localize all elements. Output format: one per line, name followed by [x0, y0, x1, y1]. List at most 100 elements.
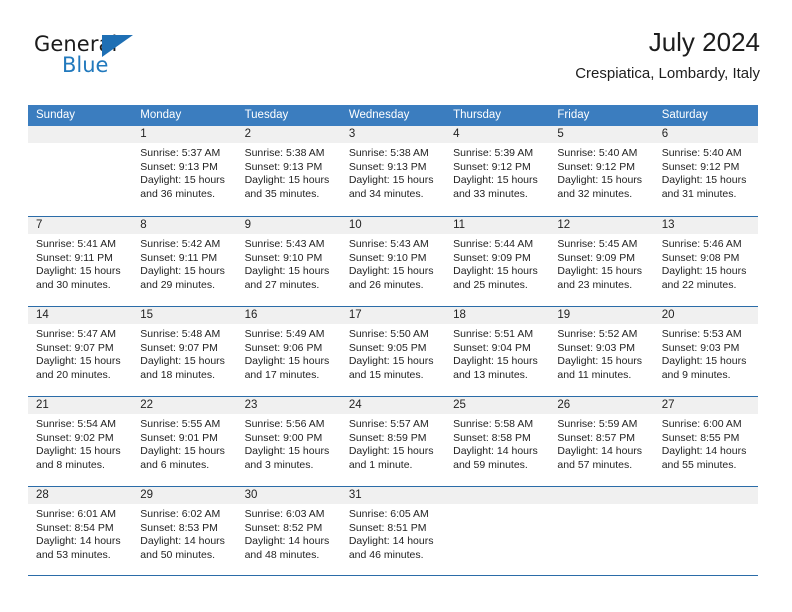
- day-number: 22: [132, 397, 237, 414]
- daylight-text-line2: and 13 minutes.: [453, 368, 528, 381]
- calendar-day-cell[interactable]: 30 Sunrise: 6:03 AM Sunset: 8:52 PM Dayligh…: [236, 487, 341, 575]
- day-number: 3: [340, 126, 446, 143]
- day-of-week-wednesday: Wednesday: [348, 109, 410, 121]
- calendar-week-row: 14 Sunrise: 5:47 AM Sunset: 9:07 PM Dayligh…: [28, 306, 758, 396]
- daylight-text-line1: Daylight: 15 hours: [36, 445, 121, 458]
- calendar-day-cell[interactable]: 8 Sunrise: 5:42 AM Sunset: 9:11 PM Daylight…: [132, 217, 237, 306]
- day-details: Sunrise: 5:38 AM Sunset: 9:13 PM Daylight:…: [237, 143, 341, 201]
- daylight-text-line1: Daylight: 15 hours: [453, 355, 538, 368]
- day-number: 15: [132, 307, 237, 324]
- calendar-day-cell[interactable]: 15 Sunrise: 5:48 AM Sunset: 9:07 PM Dayligh…: [132, 307, 237, 396]
- day-number: [28, 126, 133, 143]
- sunset-text: Sunset: 9:01 PM: [140, 431, 218, 444]
- calendar-day-cell[interactable]: 10 Sunrise: 5:43 AM Sunset: 9:10 PM Dayligh…: [340, 217, 446, 306]
- day-details: Sunrise: 5:55 AM Sunset: 9:01 PM Daylight:…: [132, 414, 236, 472]
- sunrise-text: Sunrise: 6:00 AM: [661, 418, 742, 430]
- day-details: Sunrise: 5:43 AM Sunset: 9:10 PM Daylight:…: [341, 234, 445, 292]
- daylight-text-line1: Daylight: 14 hours: [36, 535, 121, 548]
- sunrise-text: Sunrise: 5:52 AM: [557, 328, 638, 340]
- calendar-day-cell[interactable]: 1 Sunrise: 5:37 AM Sunset: 9:13 PM Daylight…: [132, 126, 237, 216]
- calendar-day-cell[interactable]: 23 Sunrise: 5:56 AM Sunset: 9:00 PM Dayligh…: [236, 397, 341, 486]
- calendar-day-cell[interactable]: 4 Sunrise: 5:39 AM Sunset: 9:12 PM Daylight…: [445, 126, 550, 216]
- sunset-text: Sunset: 9:06 PM: [244, 341, 323, 354]
- calendar-day-cell[interactable]: 6 Sunrise: 5:40 AM Sunset: 9:12 PM Daylight…: [653, 126, 758, 216]
- daylight-text-line1: Daylight: 14 hours: [453, 445, 538, 458]
- daylight-text-line2: and 27 minutes.: [244, 278, 320, 291]
- calendar-day-cell[interactable]: 7 Sunrise: 5:41 AM Sunset: 9:11 PM Daylight…: [28, 217, 133, 306]
- sunrise-text: Sunrise: 6:02 AM: [140, 508, 221, 520]
- calendar-day-cell[interactable]: 27 Sunrise: 6:00 AM Sunset: 8:55 PM Dayligh…: [653, 397, 758, 486]
- daylight-text-line2: and 23 minutes.: [557, 278, 633, 291]
- sunrise-text: Sunrise: 5:58 AM: [453, 418, 534, 430]
- day-number: 5: [549, 126, 654, 143]
- day-number: 4: [445, 126, 550, 143]
- calendar-day-cell[interactable]: 19 Sunrise: 5:52 AM Sunset: 9:03 PM Dayligh…: [549, 307, 654, 396]
- calendar-day-cell[interactable]: 22 Sunrise: 5:55 AM Sunset: 9:01 PM Dayligh…: [132, 397, 237, 486]
- sunset-text: Sunset: 8:52 PM: [244, 521, 323, 534]
- calendar-day-cell[interactable]: 2 Sunrise: 5:38 AM Sunset: 9:13 PM Daylight…: [236, 126, 341, 216]
- day-details: Sunrise: 5:50 AM Sunset: 9:05 PM Daylight:…: [341, 324, 445, 382]
- day-details: Sunrise: 5:56 AM Sunset: 9:00 PM Daylight:…: [237, 414, 341, 472]
- sunset-text: Sunset: 8:58 PM: [453, 431, 531, 444]
- day-details: Sunrise: 5:51 AM Sunset: 9:04 PM Daylight:…: [445, 324, 549, 382]
- day-details: Sunrise: 5:38 AM Sunset: 9:13 PM Daylight:…: [341, 143, 445, 201]
- daylight-text-line2: and 26 minutes.: [348, 278, 424, 291]
- calendar-day-cell[interactable]: 26 Sunrise: 5:59 AM Sunset: 8:57 PM Dayligh…: [549, 397, 654, 486]
- sunset-text: Sunset: 8:54 PM: [36, 521, 114, 534]
- daylight-text-line2: and 8 minutes.: [36, 458, 105, 471]
- daylight-text-line1: Daylight: 15 hours: [140, 174, 225, 187]
- calendar-day-cell[interactable]: 18 Sunrise: 5:51 AM Sunset: 9:04 PM Dayligh…: [445, 307, 550, 396]
- calendar-day-cell[interactable]: 13 Sunrise: 5:46 AM Sunset: 9:08 PM Dayligh…: [653, 217, 758, 306]
- sunset-text: Sunset: 8:57 PM: [557, 431, 636, 444]
- day-number: 30: [236, 487, 341, 504]
- calendar-day-cell[interactable]: 29 Sunrise: 6:02 AM Sunset: 8:53 PM Dayligh…: [132, 487, 237, 575]
- sunset-text: Sunset: 9:12 PM: [453, 160, 531, 173]
- sunset-text: Sunset: 9:13 PM: [244, 160, 323, 173]
- day-number: 20: [653, 307, 758, 324]
- day-number: 11: [445, 217, 550, 234]
- calendar-day-cell[interactable]: 24 Sunrise: 5:57 AM Sunset: 8:59 PM Dayligh…: [340, 397, 446, 486]
- calendar-day-cell[interactable]: 16 Sunrise: 5:49 AM Sunset: 9:06 PM Dayligh…: [236, 307, 341, 396]
- location-subtitle: Crespiatica, Lombardy, Italy: [575, 65, 760, 82]
- day-details: Sunrise: 5:40 AM Sunset: 9:12 PM Daylight:…: [654, 143, 758, 201]
- calendar-page: General Blue July 2024 Crespiatica, Lomb…: [0, 0, 792, 612]
- sunset-text: Sunset: 9:03 PM: [661, 341, 740, 354]
- general-blue-logo[interactable]: General Blue: [34, 32, 174, 84]
- page-title: July 2024: [648, 27, 760, 57]
- daylight-text-line1: Daylight: 15 hours: [140, 265, 225, 278]
- daylight-text-line2: and 9 minutes.: [661, 368, 731, 381]
- page-header: General Blue July 2024 Crespiatica, Lomb…: [28, 26, 760, 98]
- calendar-day-cell[interactable]: 14 Sunrise: 5:47 AM Sunset: 9:07 PM Dayligh…: [28, 307, 133, 396]
- daylight-text-line1: Daylight: 15 hours: [661, 265, 747, 278]
- calendar-day-cell[interactable]: 20 Sunrise: 5:53 AM Sunset: 9:03 PM Dayligh…: [653, 307, 758, 396]
- calendar-week-row: 21 Sunrise: 5:54 AM Sunset: 9:02 PM Dayligh…: [28, 396, 758, 486]
- day-number: 2: [236, 126, 341, 143]
- calendar-week-row: 1 Sunrise: 5:37 AM Sunset: 9:13 PM Daylight…: [28, 126, 758, 216]
- day-details: Sunrise: 5:42 AM Sunset: 9:11 PM Daylight:…: [132, 234, 236, 292]
- calendar-day-cell[interactable]: 31 Sunrise: 6:05 AM Sunset: 8:51 PM Dayligh…: [340, 487, 446, 575]
- calendar-day-cell[interactable]: 17 Sunrise: 5:50 AM Sunset: 9:05 PM Dayligh…: [340, 307, 446, 396]
- daylight-text-line2: and 6 minutes.: [140, 458, 210, 471]
- sunset-text: Sunset: 9:07 PM: [140, 341, 218, 354]
- calendar-day-cell[interactable]: 21 Sunrise: 5:54 AM Sunset: 9:02 PM Dayligh…: [28, 397, 133, 486]
- day-details: Sunrise: 5:59 AM Sunset: 8:57 PM Daylight:…: [549, 414, 653, 472]
- daylight-text-line2: and 53 minutes.: [36, 548, 111, 561]
- calendar-day-cell[interactable]: 12 Sunrise: 5:45 AM Sunset: 9:09 PM Dayligh…: [549, 217, 654, 306]
- day-of-week-sunday: Sunday: [36, 109, 76, 121]
- calendar-day-cell[interactable]: 11 Sunrise: 5:44 AM Sunset: 9:09 PM Dayligh…: [445, 217, 550, 306]
- calendar-day-cell[interactable]: 5 Sunrise: 5:40 AM Sunset: 9:12 PM Daylight…: [549, 126, 654, 216]
- calendar-day-cell[interactable]: 3 Sunrise: 5:38 AM Sunset: 9:13 PM Daylight…: [340, 126, 446, 216]
- sunset-text: Sunset: 8:59 PM: [348, 431, 427, 444]
- day-of-week-tuesday: Tuesday: [244, 109, 289, 121]
- sunrise-text: Sunrise: 5:40 AM: [661, 147, 742, 159]
- day-number: [653, 487, 758, 504]
- calendar-day-cell[interactable]: 28 Sunrise: 6:01 AM Sunset: 8:54 PM Dayligh…: [28, 487, 133, 575]
- day-number: 10: [340, 217, 446, 234]
- calendar-day-cell[interactable]: 25 Sunrise: 5:58 AM Sunset: 8:58 PM Dayligh…: [445, 397, 550, 486]
- day-details: Sunrise: 5:46 AM Sunset: 9:08 PM Daylight:…: [654, 234, 758, 292]
- day-number: 25: [445, 397, 550, 414]
- calendar-day-cell[interactable]: 9 Sunrise: 5:43 AM Sunset: 9:10 PM Daylight…: [236, 217, 341, 306]
- sunset-text: Sunset: 9:09 PM: [557, 251, 636, 264]
- title-block: July 2024 Crespiatica, Lombardy, Italy: [575, 26, 760, 83]
- sunrise-text: Sunrise: 5:41 AM: [36, 238, 116, 250]
